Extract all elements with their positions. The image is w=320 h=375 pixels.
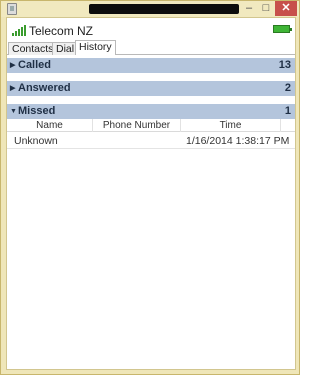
group-missed[interactable]: ▼ Missed 1 — [7, 104, 295, 119]
expand-arrow-icon: ▶ — [10, 85, 16, 92]
group-called[interactable]: ▶ Called 13 — [7, 58, 295, 73]
minimize-button[interactable]: – — [241, 1, 257, 16]
signal-strength-icon — [12, 24, 26, 36]
expand-arrow-icon: ▶ — [10, 62, 16, 69]
client-area: Telecom NZ Contacts Dial History ▶ Calle… — [6, 17, 296, 370]
app-window: – □ ✕ Telecom NZ Contacts Dial History ▶… — [0, 0, 300, 375]
group-answered[interactable]: ▶ Answered 2 — [7, 81, 295, 96]
tab-contacts[interactable]: Contacts — [8, 42, 58, 55]
group-count: 2 — [284, 82, 291, 94]
redacted-title — [89, 4, 239, 14]
group-label: Answered — [18, 82, 71, 94]
column-headers: Name Phone Number Time — [7, 119, 295, 132]
status-header: Telecom NZ — [7, 18, 295, 40]
cell-name: Unknown — [14, 135, 58, 147]
battery-icon — [273, 25, 292, 33]
phone-app-icon — [7, 3, 17, 15]
group-label: Called — [18, 59, 52, 71]
cell-time: 1/16/2014 1:38:17 PM — [186, 135, 290, 147]
group-count: 1 — [284, 105, 291, 117]
carrier-name: Telecom NZ — [29, 24, 94, 38]
tab-bar: Contacts Dial History — [7, 40, 295, 55]
maximize-button[interactable]: □ — [258, 1, 274, 16]
collapse-arrow-icon: ▼ — [10, 108, 17, 115]
group-label: Missed — [18, 105, 56, 117]
table-row[interactable]: Unknown 1/16/2014 1:38:17 PM — [7, 134, 295, 149]
title-bar[interactable]: – □ ✕ — [1, 1, 299, 17]
close-button[interactable]: ✕ — [275, 1, 297, 16]
group-count: 13 — [278, 59, 291, 71]
column-header-phone[interactable]: Phone Number — [93, 119, 181, 132]
column-header-name[interactable]: Name — [7, 119, 93, 132]
tab-history[interactable]: History — [75, 40, 116, 55]
column-header-time[interactable]: Time — [181, 119, 281, 132]
